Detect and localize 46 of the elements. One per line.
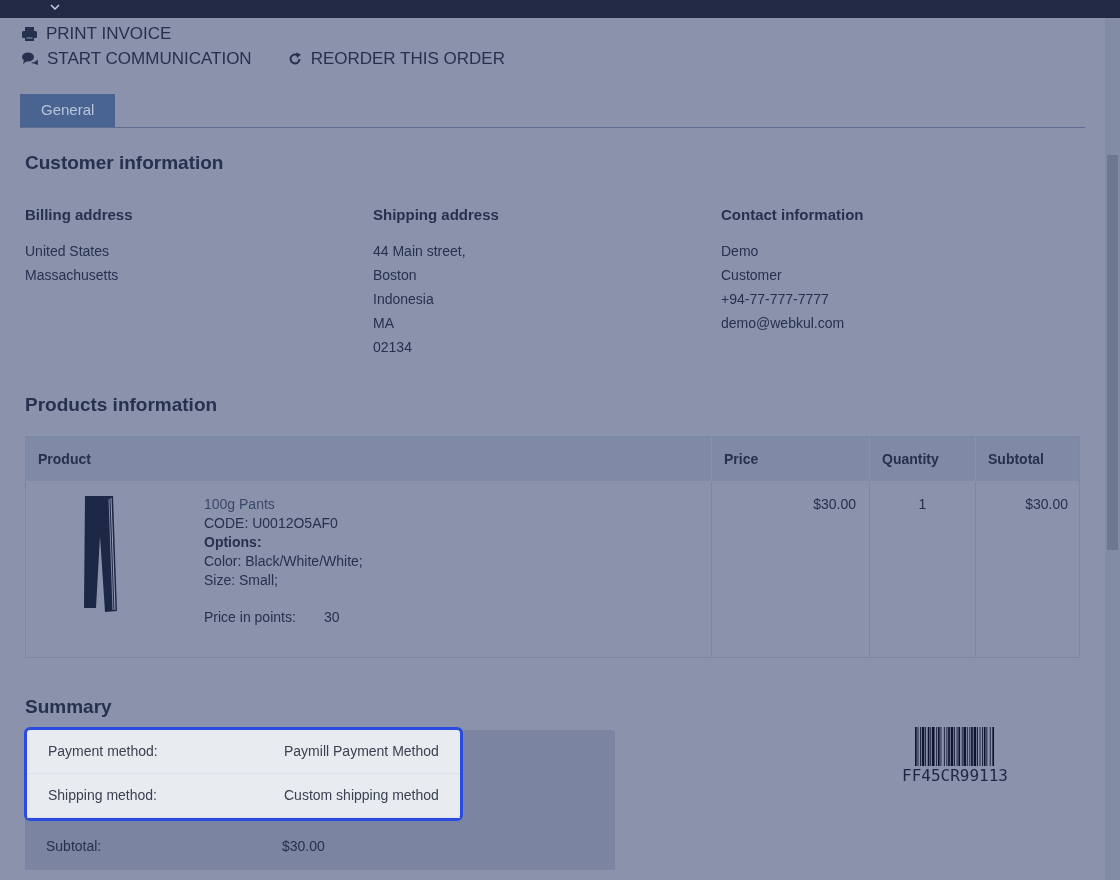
address-line: MA: [373, 314, 395, 333]
column-header: Subtotal: [988, 449, 1044, 469]
address-line: 44 Main street,: [373, 242, 467, 261]
points-label: Price in points:: [204, 608, 297, 627]
address-line: Demo: [721, 242, 760, 261]
column-heading: Shipping address: [373, 205, 500, 225]
section-heading: Summary: [25, 695, 113, 719]
table-cell: 1: [918, 495, 927, 514]
summary-label: Shipping method:: [48, 786, 158, 805]
table-cell: $30.00: [813, 495, 856, 514]
column-header: Price: [724, 449, 759, 469]
product-code: CODE: U0012O5AF0: [204, 514, 339, 533]
address-line: Indonesia: [373, 290, 435, 309]
product-option: Size: Small;: [204, 571, 363, 590]
section-heading: Products information: [25, 393, 219, 417]
printer-icon: [22, 27, 37, 41]
table-cell: $30.00: [1025, 495, 1068, 514]
summary-label: Payment method:: [48, 742, 159, 761]
summary-value: $30.00: [282, 836, 325, 856]
summary-label: Subtotal:: [46, 836, 103, 856]
address-line: +94-77-777-7777: [721, 290, 830, 309]
options-label: Options:: [204, 533, 263, 552]
summary-value: Paymill Payment Method: [284, 742, 439, 761]
column-header: Product: [38, 449, 91, 469]
address-line: Customer: [721, 266, 783, 285]
address-line: Massachusetts: [25, 266, 120, 285]
product-link[interactable]: 100g Pants: [204, 495, 363, 514]
address-line: 02134: [373, 338, 413, 357]
action-link[interactable]: PRINT INVOICE: [22, 24, 172, 44]
product-option: Color: Black/White/White;: [204, 552, 363, 571]
summary-value: Custom shipping method: [284, 786, 439, 805]
action-link[interactable]: START COMMUNICATION: [22, 49, 252, 69]
chevron-down-icon[interactable]: [50, 4, 60, 10]
address-line: demo@webkul.com: [721, 314, 846, 333]
section-heading: Customer information: [25, 151, 225, 175]
chat-bubbles-icon: [22, 52, 38, 66]
address-line: United States: [25, 242, 111, 261]
action-link[interactable]: REORDER THIS ORDER: [287, 49, 505, 69]
address-line: Boston: [373, 266, 418, 285]
tab[interactable]: General: [20, 94, 116, 127]
barcode-number: FF45CR99113: [902, 766, 1008, 786]
column-heading: Billing address: [25, 205, 134, 225]
points-value: 30: [324, 608, 340, 627]
column-heading: Contact information: [721, 205, 865, 225]
column-header: Quantity: [882, 449, 939, 469]
refresh-icon: [287, 52, 302, 66]
